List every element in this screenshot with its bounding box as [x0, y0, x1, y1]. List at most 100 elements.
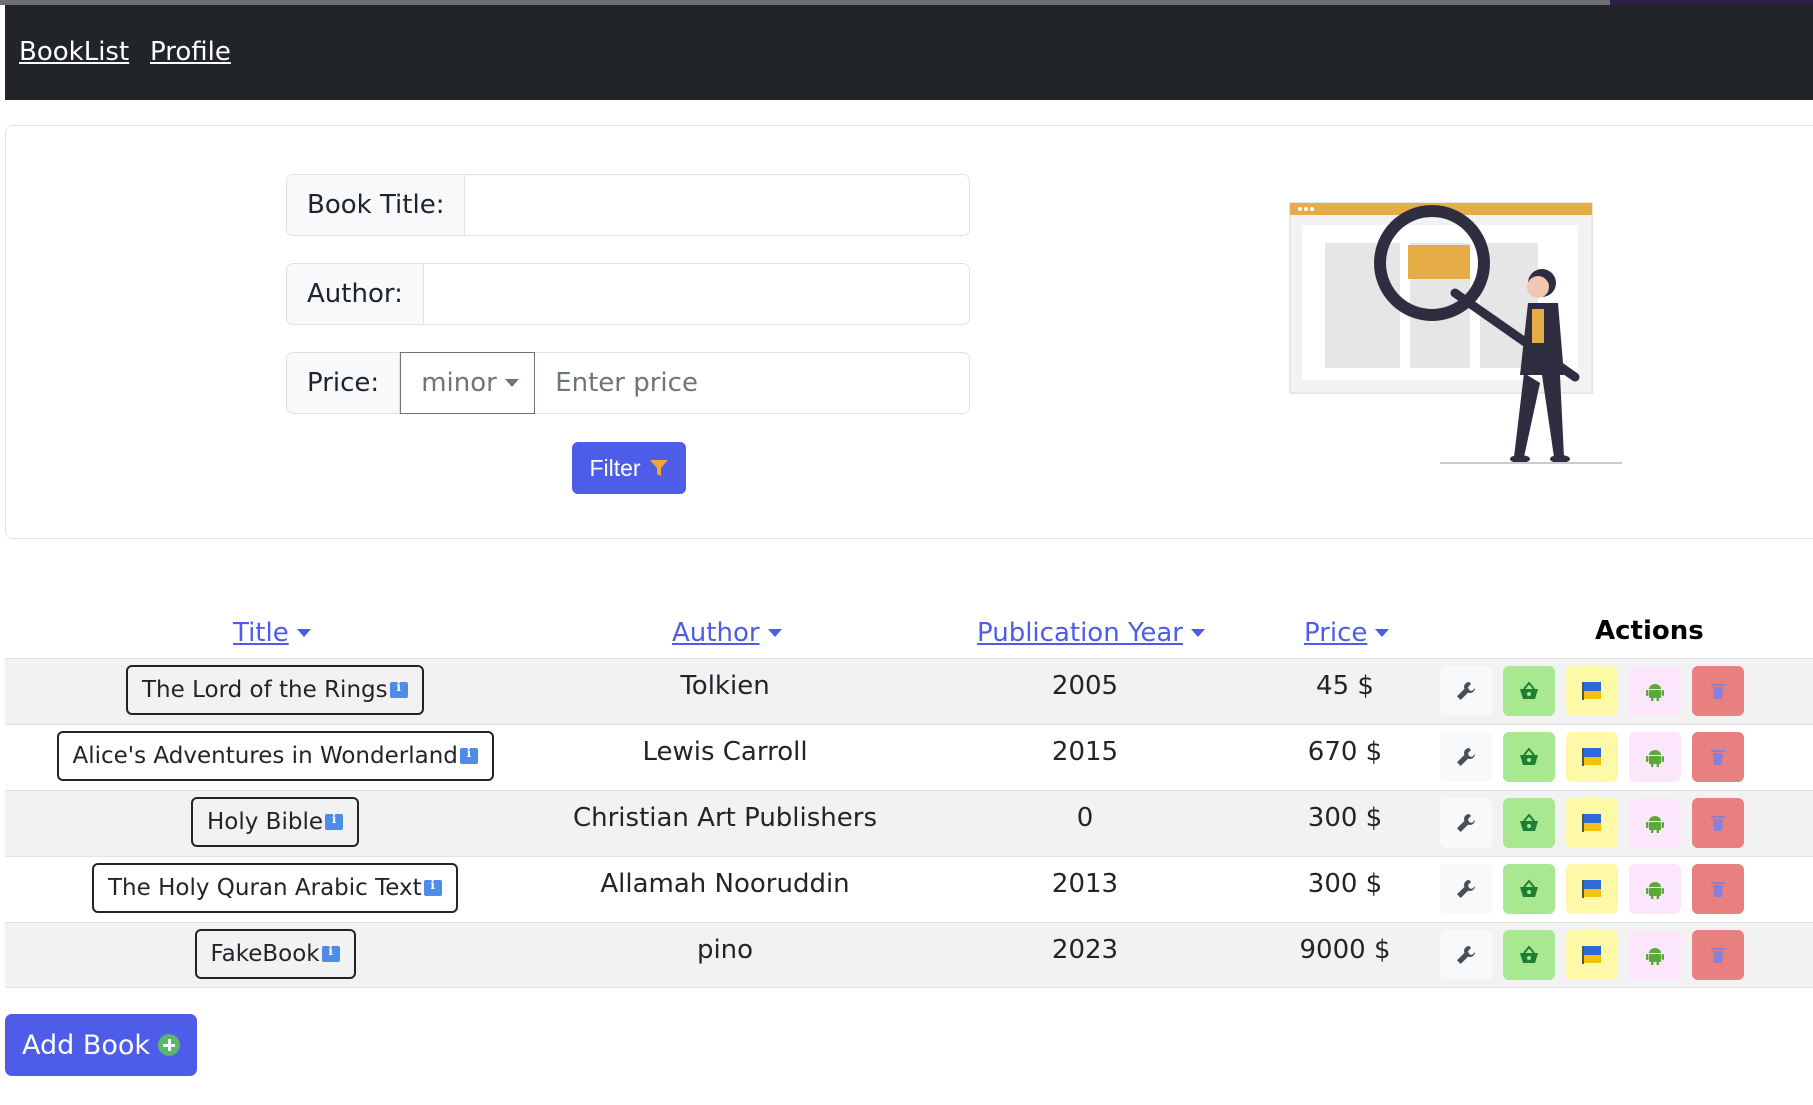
table-header: Title Author Publication Year Price Acti… [5, 590, 1813, 658]
flag-button[interactable] [1566, 666, 1618, 716]
book-author: Lewis Carroll [642, 737, 808, 767]
trash-icon [1711, 882, 1725, 897]
book-title-text: FakeBook [210, 941, 320, 967]
search-illustration [1289, 202, 1622, 464]
info-icon [321, 944, 340, 962]
price-header-label: Price [1304, 618, 1368, 648]
edit-button[interactable] [1440, 666, 1492, 716]
nav-link-booklist[interactable]: BookList [19, 37, 129, 67]
price-filter-input[interactable] [535, 352, 970, 414]
filter-button[interactable]: Filter [572, 442, 686, 494]
delete-button[interactable] [1692, 798, 1744, 848]
delete-button[interactable] [1692, 930, 1744, 980]
flag-button[interactable] [1566, 732, 1618, 782]
delete-button[interactable] [1692, 666, 1744, 716]
book-title-button[interactable]: The Holy Quran Arabic Text [92, 863, 458, 913]
edit-button[interactable] [1440, 930, 1492, 980]
edit-button[interactable] [1440, 798, 1492, 848]
wrench-icon [1457, 748, 1475, 766]
delete-button[interactable] [1692, 864, 1744, 914]
flag-button[interactable] [1566, 930, 1618, 980]
table-row: The Holy Quran Arabic Text Allamah Noorud… [5, 856, 1813, 922]
edit-button[interactable] [1440, 864, 1492, 914]
price-filter-label: Price: [286, 352, 401, 414]
price-operator-value: minor [421, 368, 497, 398]
ukraine-flag-icon [1582, 880, 1601, 898]
ukraine-flag-icon [1582, 748, 1601, 766]
buy-button[interactable] [1503, 666, 1555, 716]
trash-icon [1711, 750, 1725, 765]
title-filter-input[interactable] [465, 174, 970, 236]
filter-button-label: Filter [589, 454, 641, 481]
book-author: Allamah Nooruddin [600, 869, 850, 899]
plus-circle-icon [158, 1034, 181, 1056]
book-price: 9000 $ [1299, 935, 1391, 965]
trash-icon [1711, 684, 1725, 699]
trash-icon [1711, 816, 1725, 831]
book-year: 2005 [1051, 671, 1119, 701]
book-price: 300 $ [1307, 803, 1383, 833]
sort-year-header[interactable]: Publication Year [977, 618, 1205, 648]
trash-icon [1711, 948, 1725, 963]
author-filter-label: Author: [286, 263, 424, 325]
android-button[interactable] [1629, 930, 1681, 980]
wrench-icon [1457, 880, 1475, 898]
flag-button[interactable] [1566, 798, 1618, 848]
book-author: Tolkien [680, 671, 770, 701]
add-book-label: Add Book [21, 1029, 151, 1061]
book-title-text: Holy Bible [207, 809, 323, 835]
title-filter-group: Book Title: [286, 174, 970, 236]
edit-button[interactable] [1440, 732, 1492, 782]
android-button[interactable] [1629, 666, 1681, 716]
book-title-button[interactable]: FakeBook [194, 929, 356, 979]
basket-icon [1520, 681, 1538, 699]
book-price: 45 $ [1316, 671, 1374, 701]
navbar: BookList Profile [5, 5, 1813, 100]
chevron-down-icon [296, 629, 311, 637]
flag-button[interactable] [1566, 864, 1618, 914]
buy-button[interactable] [1503, 930, 1555, 980]
book-author: pino [696, 935, 754, 965]
nav-link-profile[interactable]: Profile [150, 37, 231, 67]
info-icon [459, 746, 478, 764]
basket-icon [1520, 879, 1538, 897]
basket-icon [1520, 813, 1538, 831]
book-title-text: The Lord of the Rings [142, 677, 388, 703]
buy-button[interactable] [1503, 864, 1555, 914]
chevron-down-icon [1375, 629, 1390, 637]
author-filter-input[interactable] [423, 263, 970, 325]
author-header-label: Author [672, 618, 760, 648]
price-operator-dropdown[interactable]: minor [400, 352, 536, 414]
android-button[interactable] [1629, 732, 1681, 782]
price-filter-group: Price: minor [286, 352, 970, 414]
title-filter-label: Book Title: [286, 174, 466, 236]
book-price: 300 $ [1307, 869, 1383, 899]
delete-button[interactable] [1692, 732, 1744, 782]
book-year: 2023 [1051, 935, 1119, 965]
android-icon [1646, 816, 1664, 833]
book-title-text: The Holy Quran Arabic Text [108, 875, 422, 901]
sort-author-header[interactable]: Author [672, 618, 782, 648]
book-year: 2013 [1051, 869, 1119, 899]
buy-button[interactable] [1503, 732, 1555, 782]
wrench-icon [1457, 814, 1475, 832]
book-author: Christian Art Publishers [572, 803, 878, 833]
android-icon [1646, 882, 1664, 899]
info-icon [389, 680, 408, 698]
basket-icon [1520, 945, 1538, 963]
table-row: The Lord of the Rings Tolkien 2005 45 $ [5, 658, 1813, 724]
android-button[interactable] [1629, 864, 1681, 914]
add-book-button[interactable]: Add Book [5, 1014, 197, 1076]
book-title-button[interactable]: Holy Bible [191, 797, 359, 847]
android-icon [1646, 750, 1664, 767]
sort-title-header[interactable]: Title [233, 618, 311, 648]
android-icon [1646, 684, 1664, 701]
basket-icon [1520, 747, 1538, 765]
book-title-button[interactable]: Alice's Adventures in Wonderland [56, 731, 494, 781]
buy-button[interactable] [1503, 798, 1555, 848]
book-title-button[interactable]: The Lord of the Rings [126, 665, 424, 715]
android-button[interactable] [1629, 798, 1681, 848]
actions-header: Actions [1595, 616, 1704, 646]
sort-price-header[interactable]: Price [1304, 618, 1390, 648]
books-table: Title Author Publication Year Price Acti… [5, 590, 1813, 988]
